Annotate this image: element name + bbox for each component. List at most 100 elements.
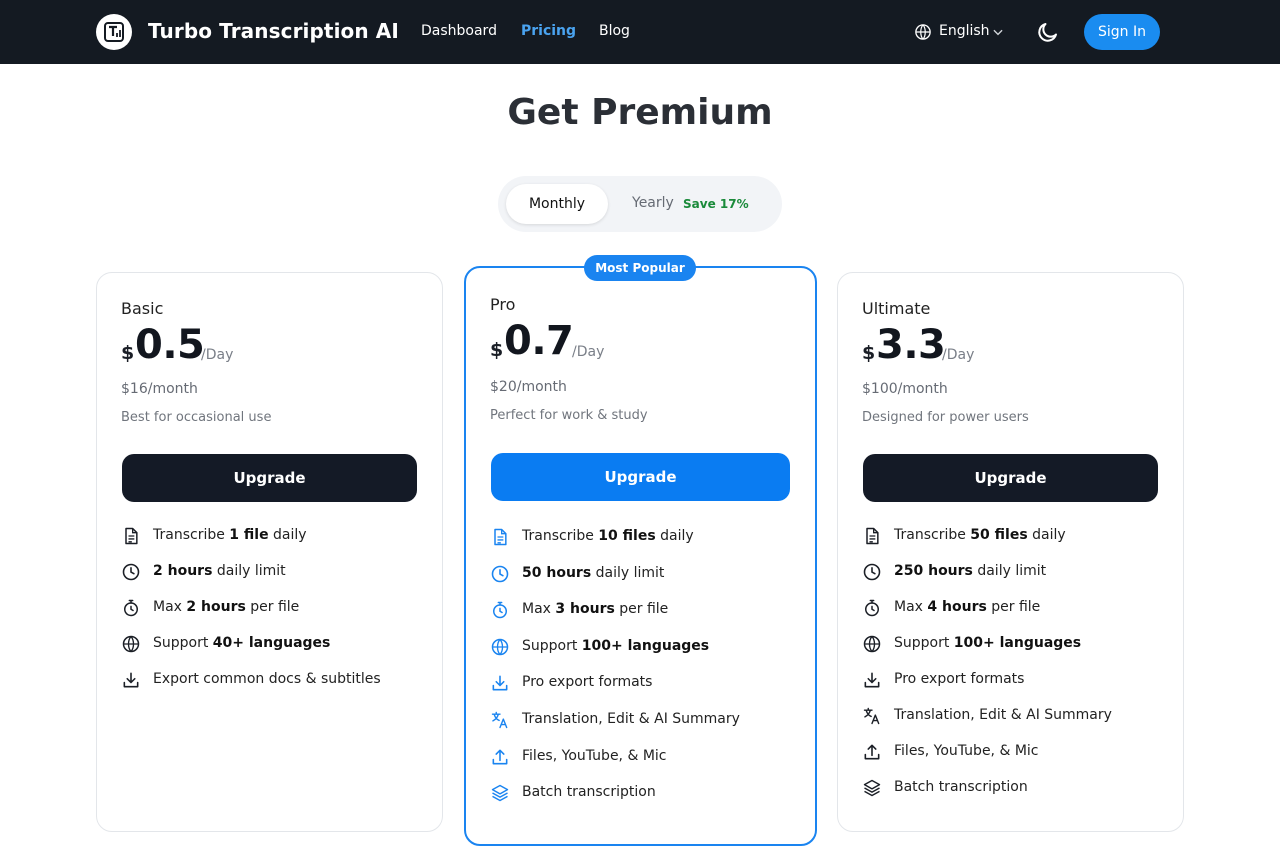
- feature-text: Translation, Edit & AI Summary: [522, 711, 740, 727]
- feature-text: Support 100+ languages: [894, 635, 1081, 651]
- globe-icon: [915, 24, 931, 40]
- monthly-price: $16/month: [121, 381, 198, 397]
- plan-description: Best for occasional use: [121, 410, 272, 425]
- feature-text: Export common docs & subtitles: [153, 671, 381, 687]
- chevron-down-icon: [993, 29, 1003, 36]
- upload-icon: [490, 747, 510, 767]
- currency-symbol: $: [121, 342, 135, 364]
- currency-symbol: $: [862, 342, 876, 364]
- feature-highlight: 250 hours: [894, 563, 973, 579]
- clock-icon: [121, 562, 141, 582]
- plan-name: Pro: [490, 295, 516, 314]
- timer-icon: [490, 600, 510, 620]
- logo-icon[interactable]: [96, 14, 132, 50]
- feature-text-part: daily limit: [212, 563, 286, 579]
- feature-text-part: Pro export formats: [894, 671, 1025, 687]
- feature-text-part: Max: [522, 601, 556, 617]
- yearly-option[interactable]: Yearly: [632, 195, 674, 211]
- feature-text: Max 2 hours per file: [153, 599, 299, 615]
- file-icon: [121, 526, 141, 546]
- feature-text-part: Transcribe: [522, 528, 599, 544]
- upload-icon: [862, 742, 882, 762]
- globe-icon: [862, 634, 882, 654]
- timer-icon: [121, 598, 141, 618]
- feature-text-part: daily: [1027, 527, 1066, 543]
- plan-description: Perfect for work & study: [490, 408, 648, 423]
- plan-price: 3.3: [876, 322, 946, 368]
- translate-icon: [490, 710, 510, 730]
- feature-text: Transcribe 50 files daily: [894, 527, 1066, 543]
- monthly-price: $100/month: [862, 381, 948, 397]
- nav-pricing[interactable]: Pricing: [521, 23, 576, 39]
- file-icon: [862, 526, 882, 546]
- feature-text-part: Batch transcription: [522, 784, 656, 800]
- feature-text-part: per file: [245, 599, 300, 615]
- feature-text: Batch transcription: [894, 779, 1028, 795]
- download-icon: [862, 670, 882, 690]
- feature-text: 50 hours daily limit: [522, 565, 664, 581]
- feature-text: Pro export formats: [894, 671, 1024, 687]
- feature-highlight: 100+ languages: [953, 635, 1082, 651]
- upgrade-ultimate-button[interactable]: Upgrade: [863, 454, 1158, 502]
- feature-text-part: Support: [153, 635, 213, 651]
- feature-highlight: 50 hours: [522, 565, 592, 581]
- feature-text: Support 40+ languages: [153, 635, 330, 651]
- clock-icon: [490, 564, 510, 584]
- feature-highlight: 4 hours: [927, 599, 987, 615]
- feature-text: Batch transcription: [522, 784, 656, 800]
- feature-highlight: 1 file: [229, 527, 269, 543]
- feature-text-part: Files, YouTube, & Mic: [522, 748, 667, 764]
- upgrade-basic-button[interactable]: Upgrade: [122, 454, 417, 502]
- feature-text: Transcribe 10 files daily: [522, 528, 694, 544]
- timer-icon: [862, 598, 882, 618]
- feature-text: 2 hours daily limit: [153, 563, 286, 579]
- download-icon: [490, 673, 510, 693]
- top-navbar: Turbo Transcription AI Dashboard Pricing…: [0, 0, 1280, 64]
- globe-icon: [121, 634, 141, 654]
- feature-text: Translation, Edit & AI Summary: [894, 707, 1112, 723]
- feature-text-part: Transcribe: [153, 527, 230, 543]
- clock-icon: [862, 562, 882, 582]
- feature-highlight: 2 hours: [186, 599, 246, 615]
- feature-text-part: Translation, Edit & AI Summary: [522, 711, 740, 727]
- brand-name[interactable]: Turbo Transcription AI: [148, 19, 399, 43]
- nav-blog[interactable]: Blog: [599, 23, 630, 39]
- monthly-option[interactable]: Monthly: [506, 184, 608, 224]
- feature-text-part: Support: [894, 635, 954, 651]
- plan-name: Ultimate: [862, 299, 931, 318]
- upgrade-pro-button[interactable]: Upgrade: [491, 453, 790, 501]
- layers-icon: [862, 778, 882, 798]
- plan-price: 0.7: [504, 318, 574, 364]
- file-icon: [490, 527, 510, 547]
- feature-highlight: 40+ languages: [212, 635, 331, 651]
- feature-highlight: 2 hours: [153, 563, 213, 579]
- price-period: /Day: [572, 344, 605, 360]
- sign-in-button[interactable]: Sign In: [1084, 14, 1160, 50]
- feature-text: 250 hours daily limit: [894, 563, 1046, 579]
- price-period: /Day: [942, 347, 975, 363]
- dark-mode-toggle-icon[interactable]: [1036, 20, 1060, 44]
- save-badge: Save 17%: [683, 197, 749, 211]
- plan-price: 0.5: [135, 322, 205, 368]
- feature-text-part: Pro export formats: [522, 674, 653, 690]
- feature-text-part: daily: [268, 527, 307, 543]
- most-popular-badge: Most Popular: [584, 255, 696, 281]
- feature-highlight: 3 hours: [555, 601, 615, 617]
- translate-icon: [862, 706, 882, 726]
- monthly-price: $20/month: [490, 379, 567, 395]
- globe-icon: [490, 637, 510, 657]
- nav-dashboard[interactable]: Dashboard: [421, 23, 497, 39]
- feature-text-part: Max: [894, 599, 928, 615]
- feature-text-part: Max: [153, 599, 187, 615]
- feature-text-part: Translation, Edit & AI Summary: [894, 707, 1112, 723]
- feature-text: Files, YouTube, & Mic: [522, 748, 666, 764]
- language-label: English: [939, 23, 990, 39]
- feature-text-part: Transcribe: [894, 527, 971, 543]
- billing-period-toggle: Monthly Yearly Save 17%: [498, 176, 782, 232]
- price-period: /Day: [201, 347, 234, 363]
- feature-text-part: per file: [614, 601, 669, 617]
- layers-icon: [490, 783, 510, 803]
- feature-highlight: 50 files: [970, 527, 1028, 543]
- feature-text: Max 4 hours per file: [894, 599, 1040, 615]
- feature-text: Files, YouTube, & Mic: [894, 743, 1038, 759]
